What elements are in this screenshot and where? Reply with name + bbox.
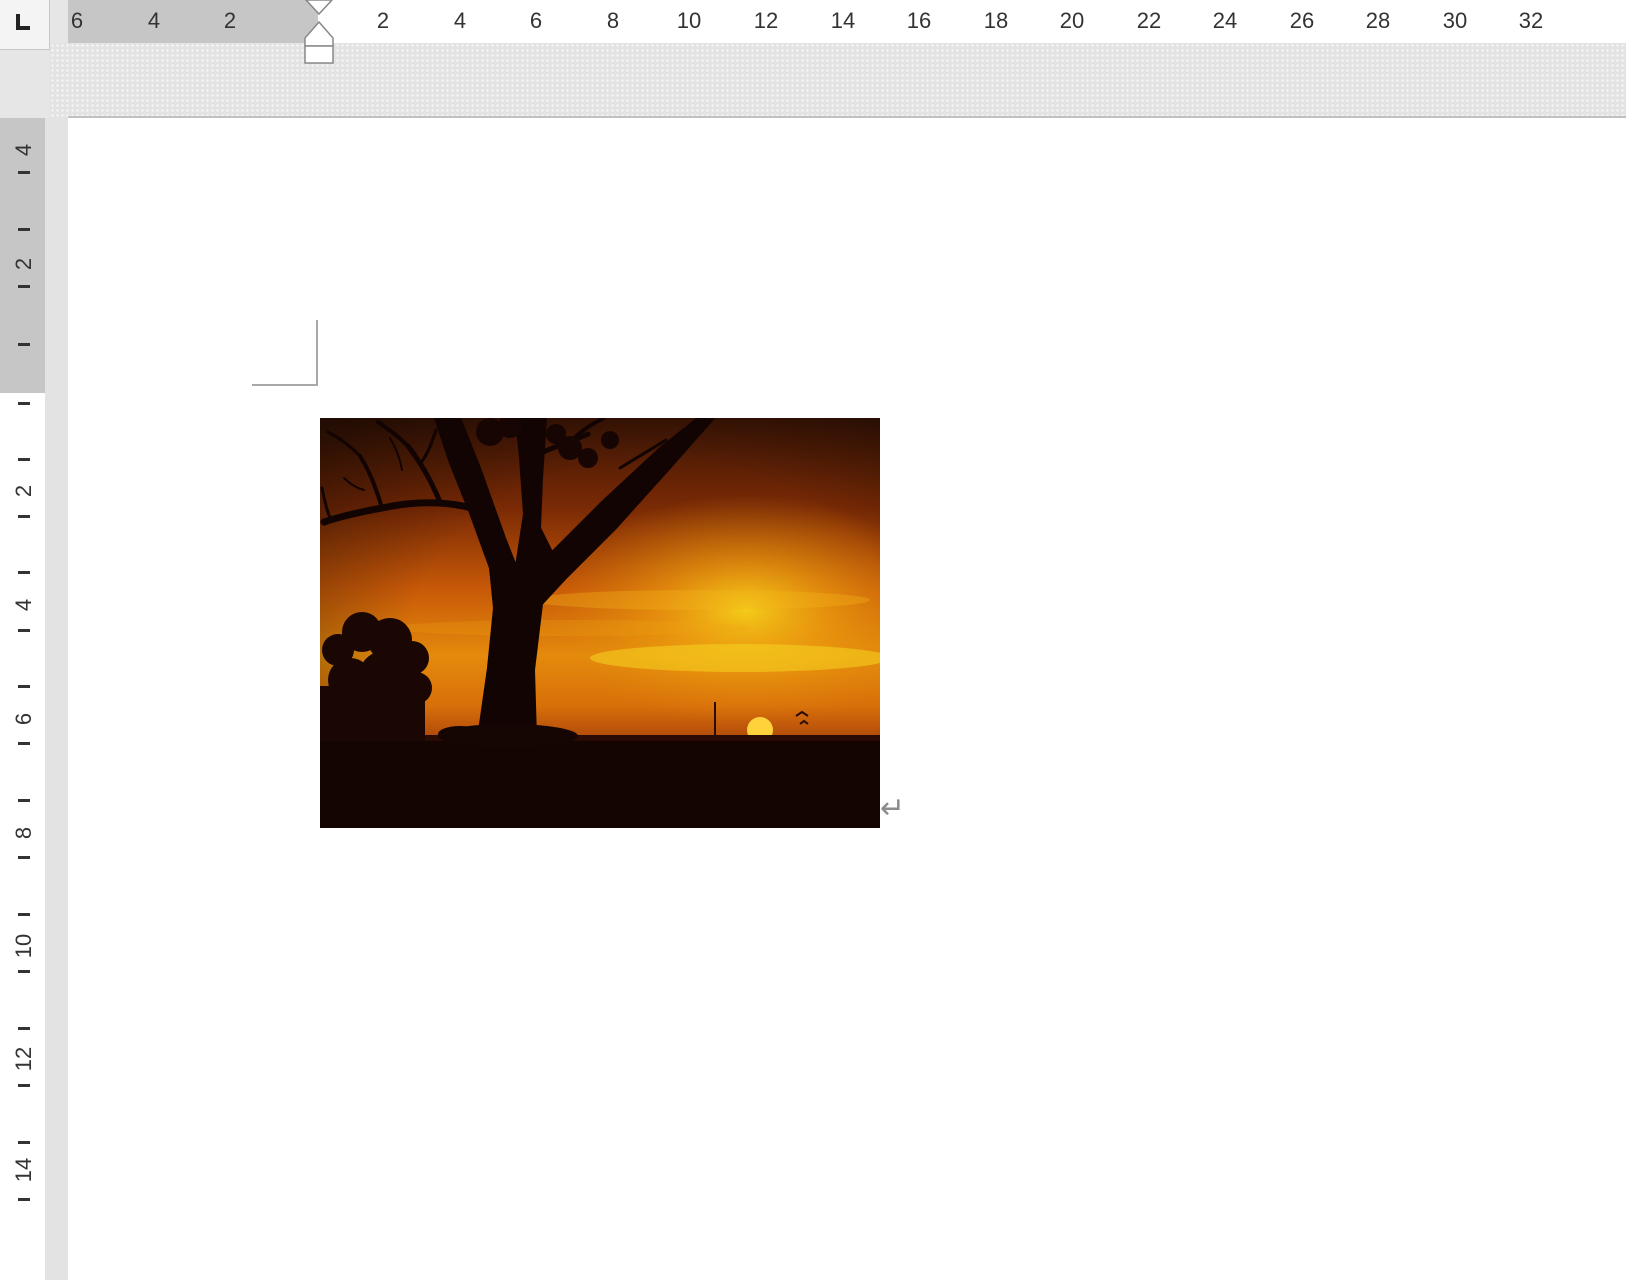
- ruler-label: 10: [676, 8, 702, 33]
- ruler-tick: [18, 1084, 30, 1087]
- ruler-tick: [18, 970, 30, 973]
- tab-selector-button[interactable]: [0, 0, 50, 50]
- left-margin-zone[interactable]: [68, 0, 318, 43]
- ruler-label: 18: [983, 8, 1009, 33]
- ruler-label: 28: [1365, 8, 1391, 33]
- ruler-label: 26: [1289, 8, 1315, 33]
- ruler-label: 6: [11, 712, 36, 726]
- ruler-label: 6: [70, 8, 84, 33]
- ruler-tick: [18, 629, 30, 632]
- word-editor-window: 6 4 2 2 4 6 8 10 12 14 16 18 20 22 24 26…: [0, 0, 1626, 1280]
- ruler-label: 24: [1212, 8, 1238, 33]
- ruler-label: 2: [11, 257, 36, 271]
- paragraph-mark: ↵: [880, 792, 906, 825]
- ruler-tick: [18, 742, 30, 745]
- ruler-tick: [18, 285, 30, 288]
- ruler-label: 6: [529, 8, 543, 33]
- left-tab-icon: [16, 14, 30, 30]
- ruler-tick: [18, 1141, 30, 1144]
- ruler-label: 20: [1059, 8, 1085, 33]
- ruler-label: 2: [223, 8, 237, 33]
- top-margin-zone[interactable]: [0, 118, 45, 393]
- ruler-gutter: [50, 43, 1626, 118]
- horizontal-ruler[interactable]: 6 4 2 2 4 6 8 10 12 14 16 18 20 22 24 26…: [68, 0, 1626, 43]
- ruler-label: 22: [1136, 8, 1162, 33]
- text-boundary-corner-mark: [252, 320, 318, 386]
- ruler-tick: [18, 571, 30, 574]
- vertical-ruler[interactable]: 4 2 2 4 6 8 10 12 14: [0, 118, 45, 1280]
- ruler-label: 12: [11, 1046, 36, 1072]
- first-line-indent-marker-icon[interactable]: [304, 0, 334, 20]
- ruler-tick: [18, 515, 30, 518]
- ruler-tick: [18, 1027, 30, 1030]
- ruler-label: 30: [1442, 8, 1468, 33]
- hanging-indent-marker-icon[interactable]: [303, 20, 335, 66]
- ruler-tick: [18, 1198, 30, 1201]
- ruler-label: 32: [1518, 8, 1544, 33]
- sunset-tree-silhouette-photo[interactable]: [320, 418, 880, 828]
- ruler-label: 4: [453, 8, 467, 33]
- ruler-label: 4: [147, 8, 161, 33]
- ruler-label: 16: [906, 8, 932, 33]
- ruler-label: 14: [11, 1157, 36, 1183]
- ruler-tick: [18, 856, 30, 859]
- ruler-label: 8: [606, 8, 620, 33]
- ruler-tick: [18, 458, 30, 461]
- ruler-tick: [18, 228, 30, 231]
- ruler-tick: [18, 343, 30, 346]
- ruler-tick: [18, 171, 30, 174]
- ruler-label: 2: [11, 484, 36, 498]
- ruler-label: 10: [11, 933, 36, 959]
- ruler-label: 12: [753, 8, 779, 33]
- document-page[interactable]: ↵: [68, 118, 1626, 1280]
- ruler-label: 8: [11, 826, 36, 840]
- ruler-label: 4: [11, 598, 36, 612]
- ruler-tick: [18, 799, 30, 802]
- ruler-label: 4: [11, 143, 36, 157]
- ruler-label: 2: [376, 8, 390, 33]
- ruler-tick: [18, 913, 30, 916]
- ruler-tick: [18, 685, 30, 688]
- ruler-tick: [18, 402, 30, 405]
- ruler-label: 14: [830, 8, 856, 33]
